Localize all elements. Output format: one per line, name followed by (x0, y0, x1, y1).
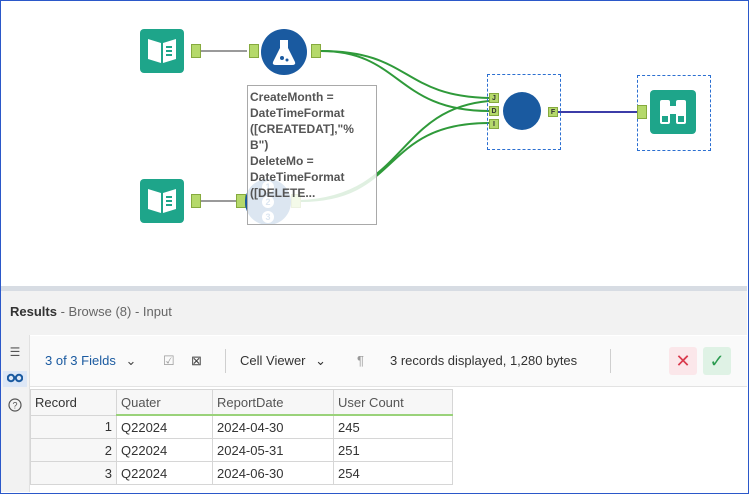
record-cell[interactable]: 3 (30, 461, 117, 485)
quater-cell[interactable]: Q22024 (116, 414, 213, 439)
records-info: 3 records displayed, 1,280 bytes (390, 353, 578, 368)
record-cell[interactable]: 2 (30, 438, 117, 462)
output-anchor[interactable] (191, 194, 201, 208)
chevron-down-icon: ⌄ (315, 353, 327, 368)
toolbar-divider (225, 349, 226, 373)
svg-text:?: ? (12, 401, 17, 411)
table-row[interactable]: 1 Q22024 2024-04-30 245 (30, 414, 453, 439)
book-icon (148, 189, 176, 213)
close-square-icon[interactable]: ⊠ (191, 353, 202, 369)
reportdate-cell[interactable]: 2024-05-31 (212, 438, 334, 462)
list-icon[interactable]: ☰ (7, 344, 23, 360)
formula-tool[interactable] (261, 29, 307, 75)
user-count-cell[interactable]: 251 (333, 438, 453, 462)
union-input-i[interactable]: I (489, 119, 499, 129)
table-header-row: Record Quater ReportDate User Count (30, 389, 453, 416)
union-tool[interactable] (503, 92, 541, 130)
book-icon (148, 39, 176, 63)
reportdate-cell[interactable]: 2024-04-30 (212, 414, 334, 439)
pilcrow-icon[interactable]: ¶ (357, 353, 364, 368)
union-input-j[interactable]: J (489, 93, 499, 103)
workflow-canvas[interactable]: 1 2 3 CreateMonth = DateTimeFormat ([CRE… (1, 1, 747, 287)
record-cell[interactable]: 1 (30, 414, 117, 439)
confirm-button[interactable]: ✓ (703, 347, 731, 375)
results-title: Results (10, 304, 57, 319)
help-icon[interactable]: ? (7, 398, 23, 414)
browse-tool[interactable] (650, 90, 696, 134)
user-count-cell[interactable]: 254 (333, 461, 453, 485)
reportdate-cell[interactable]: 2024-06-30 (212, 461, 334, 485)
check-icon: ✓ (709, 351, 725, 371)
formula-annotation: CreateMonth = DateTimeFormat ([CREATEDAT… (247, 85, 377, 225)
union-output-f[interactable]: F (548, 107, 558, 117)
input-anchor[interactable] (249, 44, 259, 58)
quater-cell[interactable]: Q22024 (116, 438, 213, 462)
union-input-d[interactable]: D (489, 106, 499, 116)
results-subtitle: - Browse (8) - Input (56, 304, 172, 319)
output-anchor[interactable] (191, 44, 201, 58)
close-icon: ✕ (675, 351, 691, 371)
check-square-icon[interactable]: ☑ (163, 353, 175, 369)
binoculars-icon[interactable] (3, 371, 27, 387)
table-row[interactable]: 3 Q22024 2024-06-30 254 (30, 461, 453, 485)
fields-dropdown[interactable]: 3 of 3 Fields ⌄ (45, 353, 136, 369)
user-count-cell[interactable]: 245 (333, 414, 453, 439)
toolbar-divider (610, 349, 611, 373)
results-table: Record Quater ReportDate User Count 1 Q2… (30, 389, 453, 485)
chevron-down-icon: ⌄ (125, 353, 137, 368)
quater-cell[interactable]: Q22024 (116, 461, 213, 485)
cell-viewer-dropdown[interactable]: Cell Viewer ⌄ (240, 353, 326, 369)
input-data-tool-2[interactable] (140, 179, 184, 223)
column-header-record[interactable]: Record (30, 389, 117, 416)
input-data-tool-1[interactable] (140, 29, 184, 73)
flask-icon (272, 40, 296, 65)
results-toolbar: 3 of 3 Fields ⌄ ☑ ⊠ Cell Viewer ⌄ ¶ 3 re… (30, 336, 747, 387)
cancel-button[interactable]: ✕ (669, 347, 697, 375)
column-header-user-count[interactable]: User Count (333, 389, 453, 416)
table-row[interactable]: 2 Q22024 2024-05-31 251 (30, 438, 453, 462)
input-anchor[interactable] (637, 105, 647, 119)
output-anchor[interactable] (311, 44, 321, 58)
results-header: Results - Browse (8) - Input (1, 291, 747, 335)
column-header-reportdate[interactable]: ReportDate (212, 389, 334, 416)
binoculars-icon (660, 100, 686, 124)
results-sidebar: ☰ ? (1, 335, 30, 492)
column-header-quater[interactable]: Quater (116, 389, 213, 416)
